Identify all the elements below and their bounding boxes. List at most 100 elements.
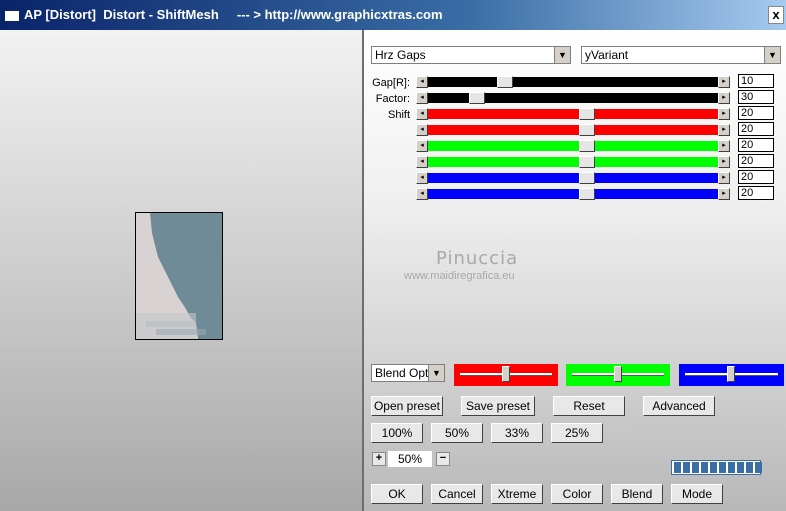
xtreme-button[interactable]: Xtreme	[491, 484, 543, 504]
shift-blue-2-thumb[interactable]	[578, 188, 595, 200]
scroll-left-icon[interactable]: ◂	[416, 156, 428, 168]
zoom-33-button[interactable]: 33%	[491, 423, 543, 443]
gap-value[interactable]: 10	[738, 74, 774, 88]
shift-red-1-thumb[interactable]	[578, 108, 595, 120]
shift-green-2-track[interactable]	[428, 157, 718, 167]
shift-green-1-value[interactable]: 20	[738, 138, 774, 152]
gap-label: Gap[R]:	[372, 77, 410, 89]
scroll-left-icon[interactable]: ◂	[416, 188, 428, 200]
shift-blue-1-thumb[interactable]	[578, 172, 595, 184]
scroll-right-icon[interactable]: ▸	[718, 108, 730, 120]
shift-green-1-thumb[interactable]	[578, 140, 595, 152]
factor-value[interactable]: 30	[738, 90, 774, 104]
progress-segment	[692, 462, 699, 473]
scroll-left-icon[interactable]: ◂	[416, 92, 428, 104]
progress-segment	[737, 462, 744, 473]
scroll-right-icon[interactable]: ▸	[718, 124, 730, 136]
zoom-100-button[interactable]: 100%	[371, 423, 423, 443]
progress-segment	[728, 462, 735, 473]
scroll-right-icon[interactable]: ▸	[718, 188, 730, 200]
reset-button[interactable]: Reset	[553, 396, 625, 416]
shift-green-2-value[interactable]: 20	[738, 154, 774, 168]
color-button[interactable]: Color	[551, 484, 603, 504]
shift-blue-2-value[interactable]: 20	[738, 186, 774, 200]
shift-red-1-slider[interactable]: ◂ ▸	[416, 108, 730, 120]
scroll-right-icon[interactable]: ▸	[718, 156, 730, 168]
preview-image	[136, 213, 222, 339]
shift-red-2-thumb[interactable]	[578, 124, 595, 136]
progress-segment	[701, 462, 708, 473]
blend-button[interactable]: Blend	[611, 484, 663, 504]
factor-slider[interactable]: ◂ ▸	[416, 92, 730, 104]
chevron-down-icon: ▼	[554, 47, 570, 63]
advanced-button[interactable]: Advanced	[643, 396, 715, 416]
close-button[interactable]: x	[768, 6, 784, 24]
scroll-left-icon[interactable]: ◂	[416, 172, 428, 184]
mode-select-value: Hrz Gaps	[375, 48, 426, 62]
blue-blend-knob[interactable]	[727, 366, 735, 382]
blue-blend-slider[interactable]	[679, 364, 784, 386]
gap-thumb[interactable]	[496, 76, 513, 88]
progress-segment	[683, 462, 690, 473]
progress-segment	[755, 462, 762, 473]
variant-select[interactable]: yVariant ▼	[581, 46, 781, 64]
scroll-right-icon[interactable]: ▸	[718, 76, 730, 88]
chevron-down-icon: ▼	[428, 365, 444, 381]
shift-red-1-value[interactable]: 20	[738, 106, 774, 120]
zoom-25-button[interactable]: 25%	[551, 423, 603, 443]
zoom-in-button[interactable]: +	[372, 452, 386, 466]
variant-select-value: yVariant	[585, 48, 629, 62]
chevron-down-icon: ▼	[764, 47, 780, 63]
preview-area	[0, 30, 362, 511]
scroll-right-icon[interactable]: ▸	[718, 92, 730, 104]
shift-red-2-slider[interactable]: ◂ ▸	[416, 124, 730, 136]
shift-red-2-track[interactable]	[428, 125, 718, 135]
shift-label: Shift	[387, 109, 410, 121]
progress-bar	[671, 460, 762, 475]
shift-green-2-slider[interactable]: ◂ ▸	[416, 156, 730, 168]
factor-thumb[interactable]	[469, 92, 486, 104]
title-bar: AP [Distort] Distort - ShiftMesh --- > h…	[0, 0, 786, 30]
progress-segment	[710, 462, 717, 473]
ok-button[interactable]: OK	[371, 484, 423, 504]
zoom-50-button[interactable]: 50%	[431, 423, 483, 443]
green-blend-slider[interactable]	[566, 364, 670, 386]
scroll-left-icon[interactable]: ◂	[416, 140, 428, 152]
shift-green-1-track[interactable]	[428, 141, 718, 151]
shift-blue-1-slider[interactable]: ◂ ▸	[416, 172, 730, 184]
gap-slider[interactable]: ◂ ▸	[416, 76, 730, 88]
mode-select[interactable]: Hrz Gaps ▼	[371, 46, 571, 64]
watermark-site: www.maidiregrafica.eu	[404, 270, 515, 282]
open-preset-button[interactable]: Open preset	[371, 396, 443, 416]
scroll-right-icon[interactable]: ▸	[718, 172, 730, 184]
watermark-name: Pinuccia	[436, 248, 519, 269]
progress-segment	[674, 462, 681, 473]
shift-green-1-slider[interactable]: ◂ ▸	[416, 140, 730, 152]
progress-segment	[746, 462, 753, 473]
save-preset-button[interactable]: Save preset	[461, 396, 535, 416]
red-blend-slider[interactable]	[454, 364, 558, 386]
red-blend-knob[interactable]	[502, 366, 510, 382]
blend-options-select[interactable]: Blend Optio ▼	[371, 364, 445, 382]
shift-red-2-value[interactable]: 20	[738, 122, 774, 136]
shift-red-1-track[interactable]	[428, 109, 718, 119]
shift-blue-2-slider[interactable]: ◂ ▸	[416, 188, 730, 200]
green-blend-knob[interactable]	[614, 366, 622, 382]
scroll-left-icon[interactable]: ◂	[416, 124, 428, 136]
window-title: AP [Distort] Distort - ShiftMesh --- > h…	[24, 7, 443, 22]
shift-blue-2-track[interactable]	[428, 189, 718, 199]
scroll-left-icon[interactable]: ◂	[416, 108, 428, 120]
shift-blue-1-value[interactable]: 20	[738, 170, 774, 184]
zoom-value: 50%	[388, 451, 432, 467]
preview-thumbnail	[135, 212, 223, 340]
zoom-out-button[interactable]: −	[436, 452, 450, 466]
shift-blue-1-track[interactable]	[428, 173, 718, 183]
gap-track[interactable]	[428, 77, 718, 87]
shift-green-2-thumb[interactable]	[578, 156, 595, 168]
watermark: Pinuccia www.maidiregrafica.eu	[404, 248, 519, 282]
scroll-left-icon[interactable]: ◂	[416, 76, 428, 88]
cancel-button[interactable]: Cancel	[431, 484, 483, 504]
factor-label: Factor:	[375, 93, 410, 105]
scroll-right-icon[interactable]: ▸	[718, 140, 730, 152]
mode-button[interactable]: Mode	[671, 484, 723, 504]
